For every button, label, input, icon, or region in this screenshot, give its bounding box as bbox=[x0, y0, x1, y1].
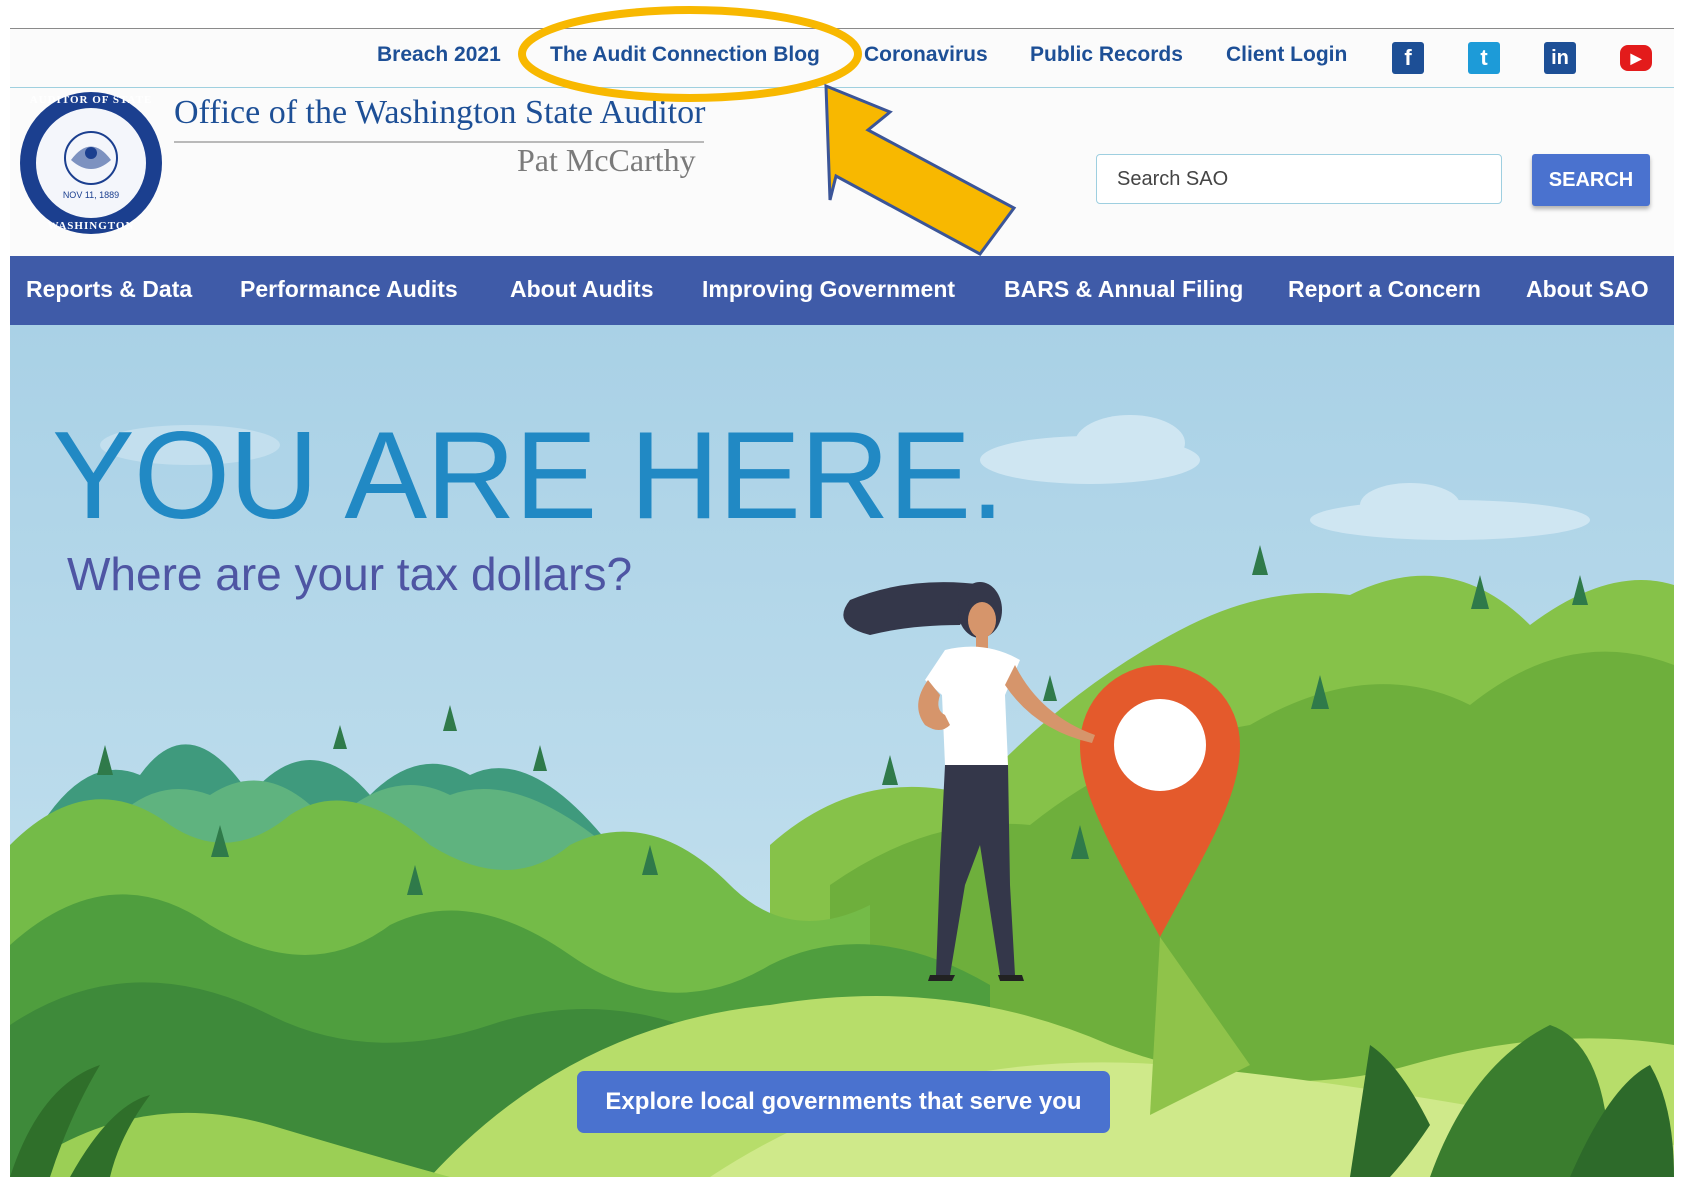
nav-item-about-audits[interactable]: About Audits bbox=[510, 276, 654, 303]
site-title[interactable]: Office of the Washington State Auditor bbox=[174, 94, 705, 132]
nav-item-reports-data[interactable]: Reports & Data bbox=[26, 276, 192, 303]
hero-title: YOU ARE HERE. bbox=[52, 407, 1005, 545]
util-link-audit-connection-blog[interactable]: The Audit Connection Blog bbox=[550, 43, 820, 67]
hero-banner: YOU ARE HERE. Where are your tax dollars… bbox=[10, 325, 1674, 1177]
nav-item-improving-government[interactable]: Improving Government bbox=[702, 276, 955, 303]
search-input[interactable] bbox=[1096, 154, 1502, 204]
twitter-icon[interactable]: t bbox=[1468, 42, 1500, 74]
search-button[interactable]: SEARCH bbox=[1532, 154, 1650, 206]
facebook-icon[interactable]: f bbox=[1392, 42, 1424, 74]
seal-emblem: NOV 11, 1889 bbox=[34, 106, 148, 220]
browser-page: Breach 2021 The Audit Connection Blog Co… bbox=[10, 28, 1674, 1177]
youtube-icon[interactable]: ▶ bbox=[1620, 45, 1652, 71]
util-link-client-login[interactable]: Client Login bbox=[1226, 43, 1347, 67]
auditor-name: Pat McCarthy bbox=[517, 142, 696, 178]
nav-item-report-a-concern[interactable]: Report a Concern bbox=[1288, 276, 1481, 303]
hero-subtitle: Where are your tax dollars? bbox=[67, 548, 633, 600]
main-nav: Reports & Data Performance Audits About … bbox=[10, 256, 1674, 325]
seal-date: NOV 11, 1889 bbox=[63, 190, 119, 200]
util-link-breach-2021[interactable]: Breach 2021 bbox=[377, 43, 501, 67]
util-link-public-records[interactable]: Public Records bbox=[1030, 43, 1183, 67]
utility-bar: Breach 2021 The Audit Connection Blog Co… bbox=[10, 29, 1674, 88]
state-auditor-seal-logo[interactable]: AUDITOR OF STATE NOV 11, 1889 WASHINGTON bbox=[20, 92, 162, 234]
linkedin-icon[interactable]: in bbox=[1544, 42, 1576, 74]
nav-item-performance-audits[interactable]: Performance Audits bbox=[240, 276, 458, 303]
explore-local-governments-button[interactable]: Explore local governments that serve you bbox=[577, 1071, 1110, 1133]
nav-item-about-sao[interactable]: About SAO bbox=[1526, 276, 1649, 303]
nav-item-bars-annual-filing[interactable]: BARS & Annual Filing bbox=[1004, 276, 1243, 303]
util-link-coronavirus[interactable]: Coronavirus bbox=[864, 43, 988, 67]
